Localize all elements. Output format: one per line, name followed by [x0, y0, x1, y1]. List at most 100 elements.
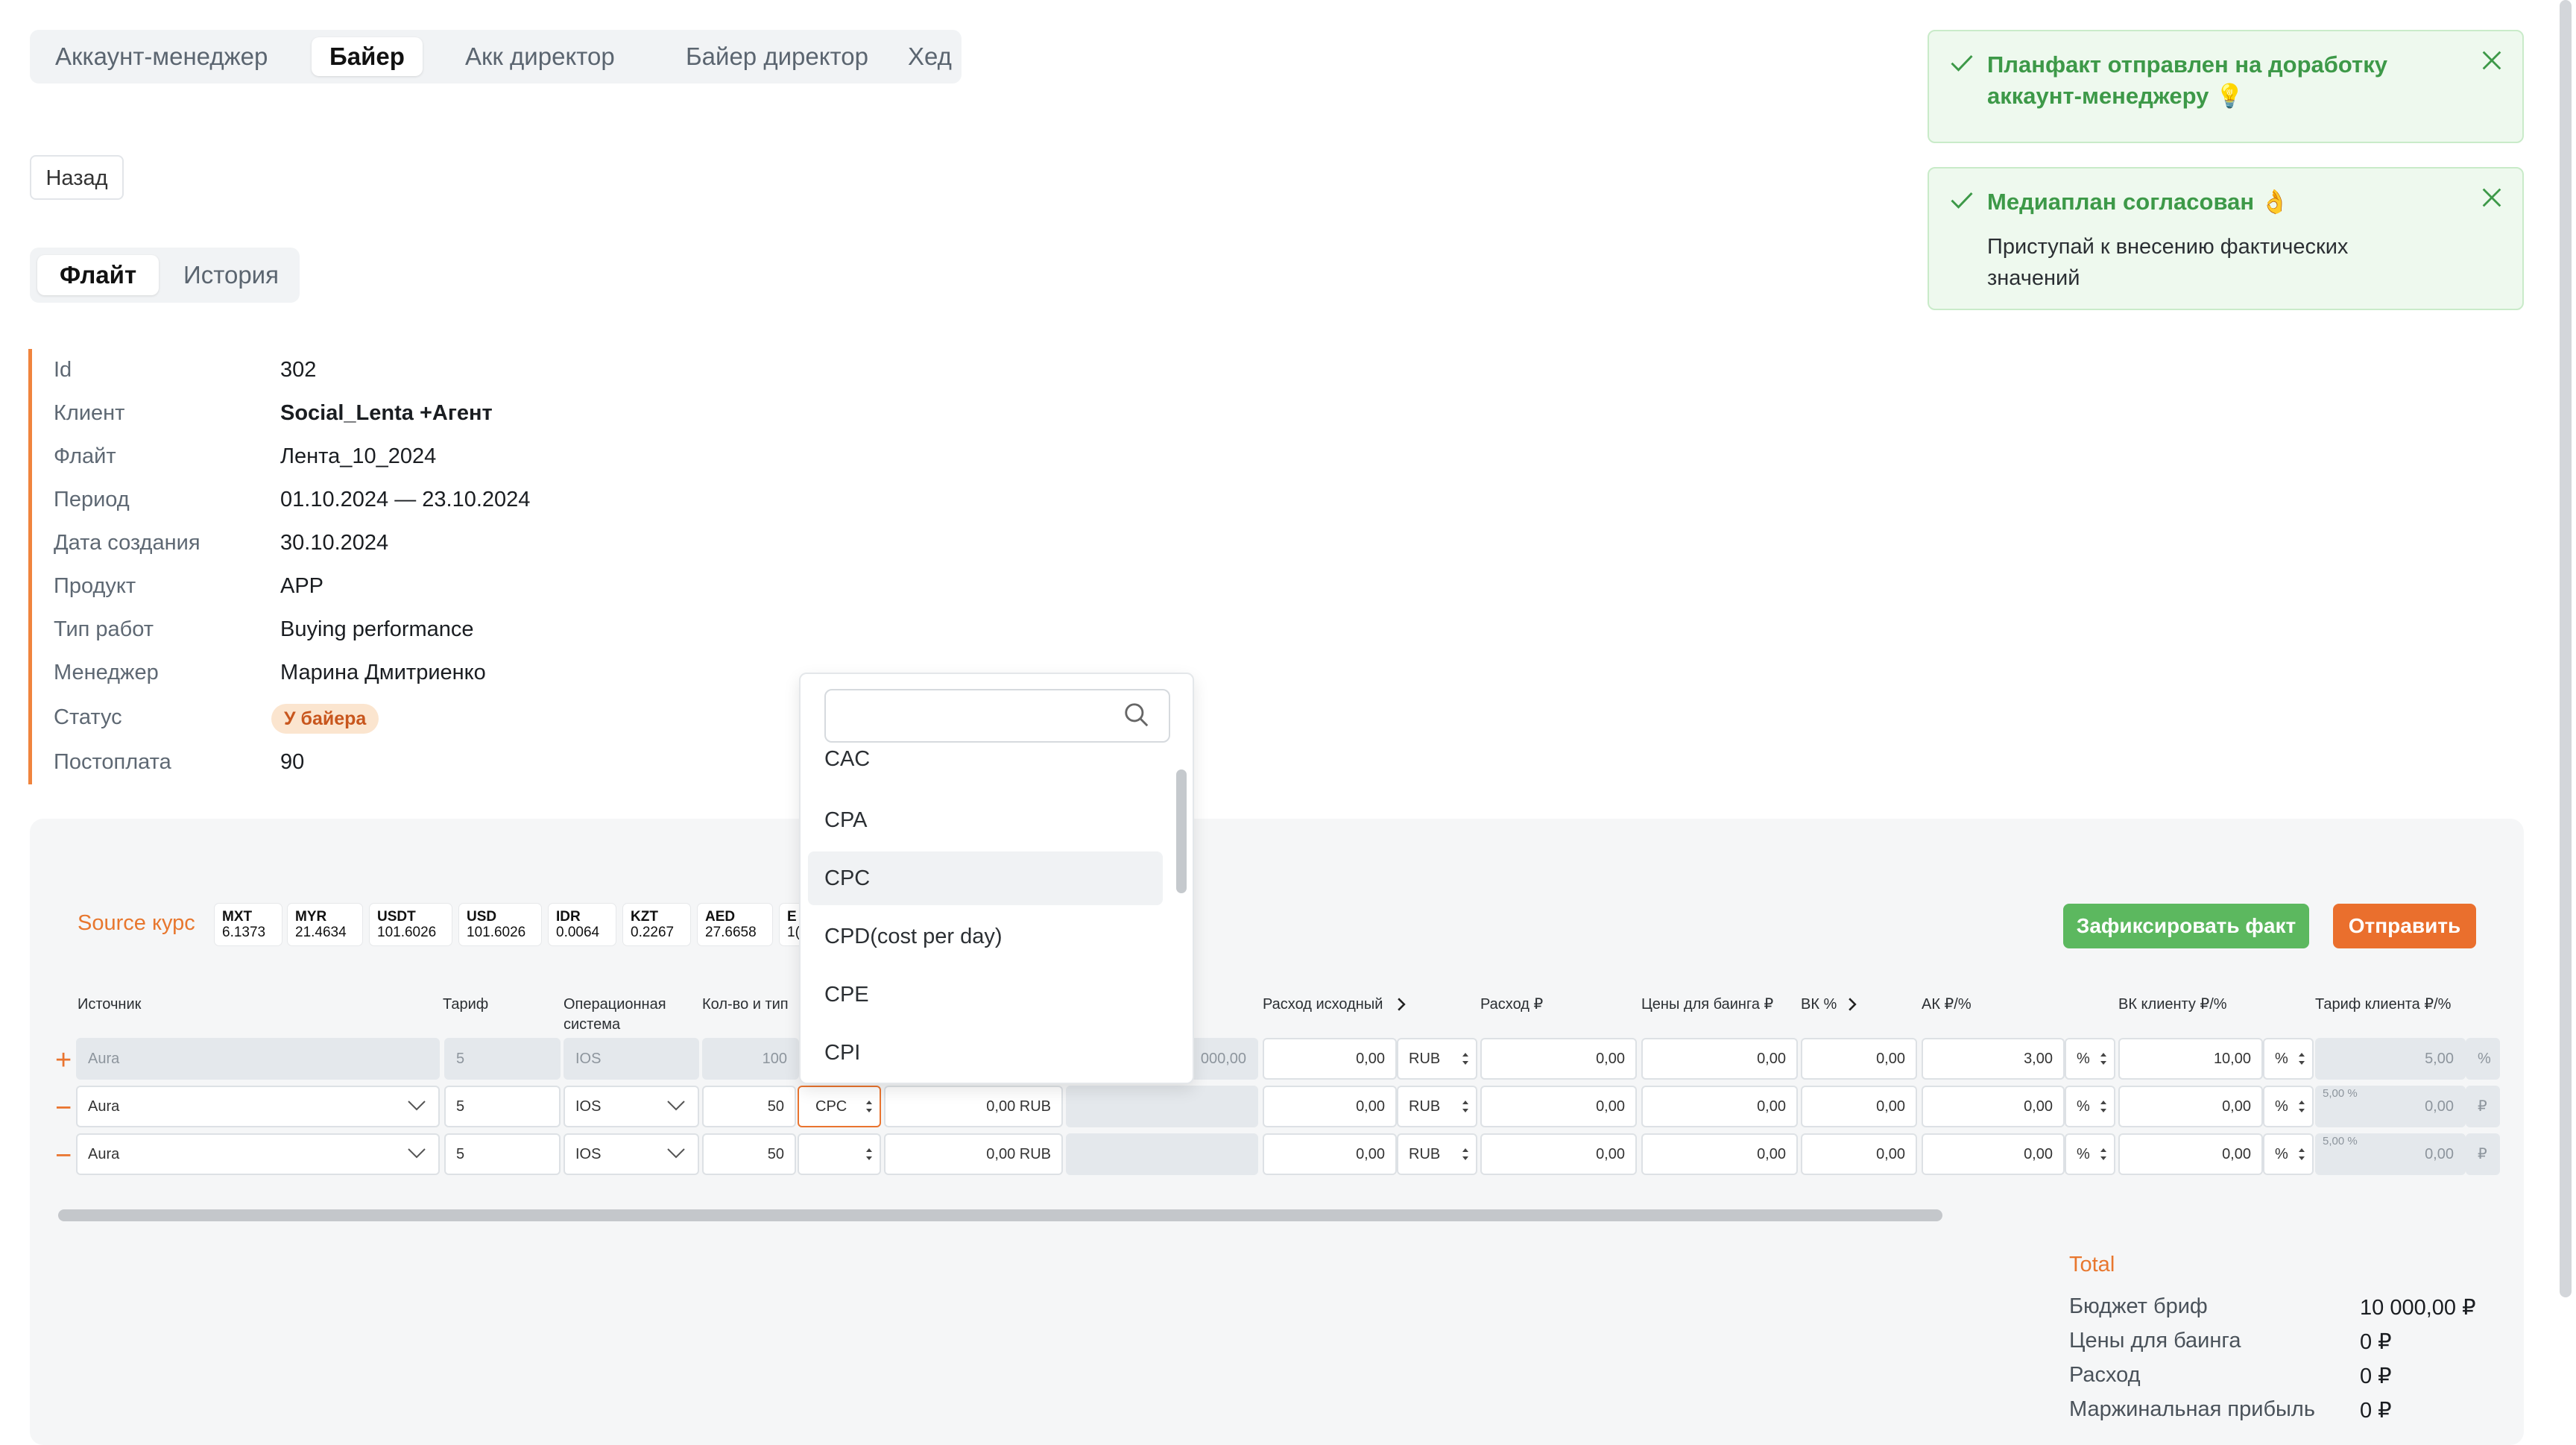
dropdown-search-input[interactable]	[824, 689, 1170, 743]
tariff-input[interactable]: 5	[444, 1086, 561, 1127]
buy-price-input[interactable]: 0,00	[1641, 1133, 1798, 1175]
tab-head[interactable]: Хед	[890, 37, 970, 76]
currency-select[interactable]: RUB	[1397, 1133, 1477, 1175]
info-label-id: Id	[54, 358, 72, 382]
dropdown-option[interactable]: CPD(cost per day)	[808, 910, 1163, 963]
source-select[interactable]: Aura	[76, 1086, 440, 1127]
os-select[interactable]: IOS	[564, 1133, 699, 1175]
type-select[interactable]	[798, 1133, 881, 1175]
info-value-postpay: 90	[280, 750, 305, 774]
client-tariff-hint: 5,00 %	[2323, 1087, 2358, 1100]
col-header-source: Источник	[78, 996, 142, 1013]
vk-client-input[interactable]: 10,00	[2118, 1038, 2263, 1080]
vk-client-input[interactable]: 0,00	[2118, 1133, 2263, 1175]
dropdown-option[interactable]: CPE	[808, 968, 1163, 1021]
info-accent-bar	[28, 349, 32, 784]
ak-unit-select[interactable]: %	[2065, 1038, 2115, 1080]
info-label-status: Статус	[54, 705, 122, 729]
dropdown-option[interactable]: CPI	[808, 1026, 1163, 1080]
info-value-product: APP	[280, 574, 324, 598]
stepper-icon	[866, 1148, 872, 1160]
stepper-icon	[2299, 1053, 2305, 1065]
back-button[interactable]: Назад	[30, 155, 124, 200]
info-value-flight: Лента_10_2024	[280, 444, 437, 468]
add-row-icon[interactable]: +	[55, 1045, 72, 1075]
status-badge: У байера	[271, 704, 379, 734]
col-header-spend-rub: Расход ₽	[1480, 996, 1544, 1013]
close-icon[interactable]	[2479, 48, 2504, 73]
col-header-spend-src: Расход исходный	[1263, 995, 1407, 1015]
spend-src-input[interactable]: 0,00	[1263, 1038, 1397, 1080]
tariff-cell: 5	[444, 1038, 561, 1080]
ak-input[interactable]: 3,00	[1922, 1038, 2065, 1080]
toast-title-line2: аккаунт-менеджеру 💡	[1987, 83, 2244, 109]
stepper-icon	[866, 1101, 872, 1112]
dropdown-option-selected[interactable]: CPC	[808, 851, 1163, 905]
info-label-product: Продукт	[54, 574, 136, 598]
vk-client-unit-select[interactable]: %	[2263, 1086, 2314, 1127]
info-label-manager: Менеджер	[54, 661, 159, 684]
vk-input[interactable]: 0,00	[1801, 1038, 1917, 1080]
tab-flight[interactable]: Флайт	[37, 255, 160, 295]
spend-rub-input[interactable]: 0,00	[1480, 1038, 1637, 1080]
remove-row-icon[interactable]: −	[55, 1141, 72, 1171]
buy-price-input[interactable]: 0,00	[1641, 1038, 1798, 1080]
budget-input[interactable]: 0,00 RUB	[884, 1133, 1063, 1175]
page-scrollbar[interactable]	[2560, 0, 2572, 1297]
col-header-os: Операционная система	[564, 996, 666, 1033]
tab-history[interactable]: История	[161, 255, 301, 295]
fix-fact-button[interactable]: Зафиксировать факт	[2063, 904, 2309, 948]
close-icon[interactable]	[2479, 185, 2504, 210]
vk-client-unit-select[interactable]: %	[2263, 1133, 2314, 1175]
stepper-icon	[2100, 1101, 2106, 1112]
dropdown-option[interactable]: CPA	[808, 793, 1163, 847]
tab-buyer-director[interactable]: Байер директор	[668, 37, 886, 76]
spend-rub-input[interactable]: 0,00	[1480, 1133, 1637, 1175]
ak-input[interactable]: 0,00	[1922, 1133, 2065, 1175]
chevron-down-icon	[667, 1148, 685, 1159]
spend-rub-input[interactable]: 0,00	[1480, 1086, 1637, 1127]
source-select[interactable]: Aura	[76, 1133, 440, 1175]
ak-unit-select[interactable]: %	[2065, 1133, 2115, 1175]
toast-title: Медиаплан согласован 👌	[1987, 189, 2290, 215]
tab-buyer[interactable]: Байер	[312, 37, 423, 76]
info-value-created: 30.10.2024	[280, 531, 389, 555]
stepper-icon	[1462, 1101, 1468, 1112]
buy-price-input[interactable]: 0,00	[1641, 1086, 1798, 1127]
tariff-input[interactable]: 5	[444, 1133, 561, 1175]
client-tariff-unit: %	[2466, 1038, 2500, 1080]
dropdown-scrollbar[interactable]	[1176, 769, 1187, 893]
vk-input[interactable]: 0,00	[1801, 1133, 1917, 1175]
type-select[interactable]: CPC	[798, 1086, 881, 1127]
qty-input[interactable]: 50	[702, 1133, 796, 1175]
spend-src-input[interactable]: 0,00	[1263, 1086, 1397, 1127]
col-header-vk: ВК %	[1801, 995, 1857, 1015]
currency-select[interactable]: RUB	[1397, 1038, 1477, 1080]
vk-client-input[interactable]: 0,00	[2118, 1086, 2263, 1127]
ak-input[interactable]: 0,00	[1922, 1086, 2065, 1127]
qty-input[interactable]: 50	[702, 1086, 796, 1127]
stepper-icon	[1462, 1148, 1468, 1160]
vk-client-unit-select[interactable]: %	[2263, 1038, 2314, 1080]
info-label-work-type: Тип работ	[54, 617, 154, 641]
chevron-right-icon[interactable]	[1396, 998, 1407, 1011]
vk-input[interactable]: 0,00	[1801, 1086, 1917, 1127]
col-header-client-tariff: Тариф клиента ₽/%	[2315, 996, 2452, 1013]
spend-src-input[interactable]: 0,00	[1263, 1133, 1397, 1175]
budget-input[interactable]: 0,00 RUB	[884, 1086, 1063, 1127]
remove-row-icon[interactable]: −	[55, 1093, 72, 1123]
dropdown-option[interactable]: CAC	[808, 746, 1163, 784]
toast-body-line2: значений	[1987, 266, 2080, 290]
tab-account-manager[interactable]: Аккаунт-менеджер	[37, 37, 285, 76]
ak-unit-select[interactable]: %	[2065, 1086, 2115, 1127]
send-button[interactable]: Отправить	[2333, 904, 2476, 948]
client-tariff-unit: ₽	[2466, 1133, 2500, 1175]
total-label-brief-budget: Бюджет бриф	[2069, 1294, 2208, 1318]
total-label-margin: Маржинальная прибыль	[2069, 1397, 2315, 1421]
currency-select[interactable]: RUB	[1397, 1086, 1477, 1127]
role-tabs: Аккаунт-менеджер Байер Акк директор Байе…	[30, 30, 962, 84]
tab-account-director[interactable]: Акк директор	[447, 37, 633, 76]
horizontal-scrollbar[interactable]	[58, 1209, 1942, 1221]
os-select[interactable]: IOS	[564, 1086, 699, 1127]
chevron-right-icon[interactable]	[1847, 998, 1857, 1011]
